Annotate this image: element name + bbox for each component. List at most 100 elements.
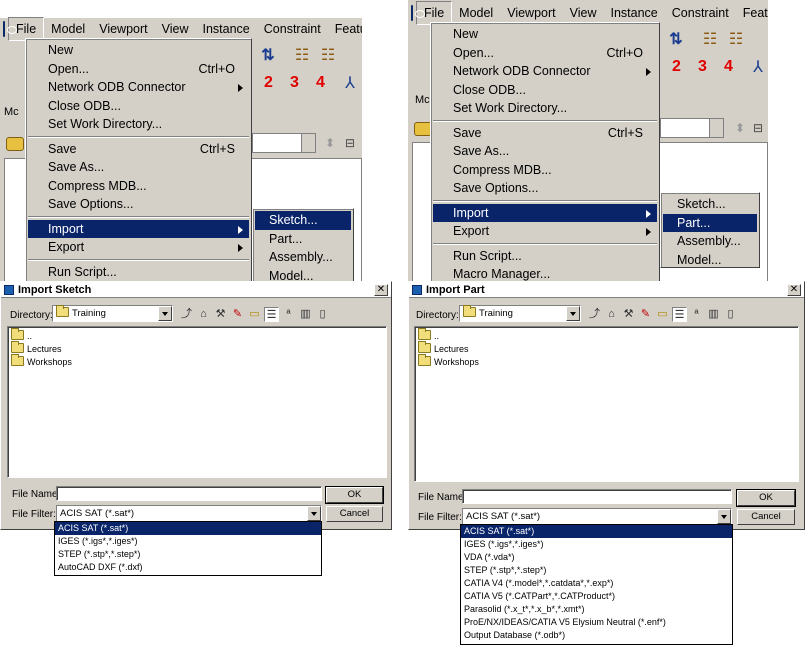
toolbar-number-3[interactable]: 3 — [290, 74, 299, 92]
import-submenu-item[interactable]: Part... — [663, 213, 757, 232]
toolbar-number-2[interactable]: 2 — [672, 58, 681, 76]
file-menu-item[interactable]: Export — [433, 222, 657, 241]
left-menu-instance[interactable]: Instance — [196, 18, 257, 40]
list-view-icon[interactable]: ☰ — [264, 306, 279, 322]
cancel-button[interactable]: Cancel — [326, 506, 383, 522]
chevron-down-icon[interactable] — [307, 506, 321, 521]
swap-arrows-icon[interactable]: ⇅ — [258, 46, 278, 66]
blank-page-icon[interactable]: ▯ — [315, 307, 330, 322]
filter-option[interactable]: AutoCAD DXF (*.dxf) — [55, 561, 321, 574]
file-menu-item[interactable]: Open... Ctrl+O — [433, 44, 657, 63]
ladder-icon-2[interactable]: ☷ — [318, 46, 338, 66]
file-menu-item[interactable]: Run Script... — [28, 263, 249, 282]
left-menu-view[interactable]: View — [155, 18, 196, 40]
file-menu-item[interactable]: Save Options... — [28, 195, 249, 214]
filter-option[interactable]: IGES (*.igs*,*.iges*) — [55, 535, 321, 548]
right-menu-instance[interactable]: Instance — [604, 2, 665, 24]
toolbar-number-4[interactable]: 4 — [316, 74, 325, 92]
abaqus-app-icon[interactable] — [3, 21, 17, 37]
right-menu-viewport[interactable]: Viewport — [500, 2, 562, 24]
up-folder-icon[interactable]: ⤴ — [587, 307, 602, 322]
toolbar-number-2[interactable]: 2 — [264, 74, 273, 92]
directory-combo[interactable]: Training — [52, 305, 173, 322]
filter-option[interactable]: STEP (*.stp*,*.step*) — [55, 548, 321, 561]
left-model-combo[interactable] — [252, 133, 316, 153]
new-folder-icon[interactable]: ▭ — [247, 307, 262, 322]
directory-combo[interactable]: Training — [459, 305, 581, 322]
file-menu-item[interactable]: Compress MDB... — [28, 177, 249, 196]
filter-option[interactable]: IGES (*.igs*,*.iges*) — [461, 538, 732, 551]
file-menu-item[interactable]: Run Script... — [433, 247, 657, 266]
file-menu-item[interactable]: Save Ctrl+S — [433, 124, 657, 143]
pin-icon[interactable]: ✎ — [230, 307, 245, 322]
home-icon[interactable]: ⌂ — [604, 307, 619, 322]
close-icon[interactable]: ✕ — [374, 283, 388, 296]
left-menu-constraint[interactable]: Constraint — [257, 18, 328, 40]
ladder-icon-2[interactable]: ☷ — [726, 30, 746, 50]
blank-page-icon[interactable]: ▯ — [723, 307, 738, 322]
filter-option[interactable]: ACIS SAT (*.sat*) — [55, 522, 321, 535]
list-item[interactable]: .. — [8, 328, 386, 343]
up-folder-icon[interactable]: ⤴ — [179, 307, 194, 322]
file-menu-item[interactable]: Network ODB Connector — [28, 78, 249, 97]
swap-arrows-icon[interactable]: ⇅ — [666, 30, 686, 50]
pin-icon[interactable]: ✎ — [638, 307, 653, 322]
list-item[interactable]: .. — [415, 328, 798, 343]
file-menu-item[interactable]: Save As... — [28, 158, 249, 177]
list-item[interactable]: Lectures — [8, 341, 386, 356]
list-view-icon[interactable]: ☰ — [672, 306, 687, 322]
file-name-input[interactable] — [462, 489, 732, 504]
list-item[interactable]: Workshops — [415, 354, 798, 369]
chevron-down-icon[interactable] — [566, 306, 580, 321]
file-filter-combo[interactable]: ACIS SAT (*.sat*) — [462, 508, 732, 525]
close-icon[interactable]: ✕ — [787, 283, 801, 296]
detail-view-icon[interactable]: ▥ — [298, 307, 313, 322]
right-spinner-icon[interactable]: ⬍ — [730, 118, 750, 138]
import-submenu-item[interactable]: Assembly... — [255, 248, 351, 267]
toolbar-number-4[interactable]: 4 — [724, 58, 733, 76]
right-tree-tool-icon[interactable]: ⊟ — [748, 118, 768, 138]
ladder-icon[interactable]: ☷ — [292, 46, 312, 66]
filter-option[interactable]: Output Database (*.odb*) — [461, 629, 732, 642]
file-menu-item[interactable]: Export — [28, 238, 249, 257]
ladder-icon[interactable]: ☷ — [700, 30, 720, 50]
file-menu-item[interactable]: Close ODB... — [433, 81, 657, 100]
new-folder-icon[interactable]: ▭ — [655, 307, 670, 322]
right-menu-view[interactable]: View — [563, 2, 604, 24]
cancel-button[interactable]: Cancel — [737, 509, 795, 525]
left-tree-tool-icon[interactable]: ⊟ — [340, 133, 360, 153]
list-item[interactable]: Workshops — [8, 354, 386, 369]
import-submenu-item[interactable]: Model... — [663, 251, 757, 270]
chevron-down-icon[interactable] — [158, 306, 172, 321]
axis-triad-icon[interactable]: ⅄ — [748, 58, 768, 78]
file-menu-item[interactable]: Compress MDB... — [433, 161, 657, 180]
ok-button[interactable]: OK — [325, 486, 384, 504]
import-submenu-item[interactable]: Sketch... — [255, 211, 351, 230]
ok-button[interactable]: OK — [736, 489, 796, 507]
filter-option[interactable]: VDA (*.vda*) — [461, 551, 732, 564]
filter-option[interactable]: CATIA V4 (*.model*,*.catdata*,*.exp*) — [461, 577, 732, 590]
import-submenu-item[interactable]: Model... — [255, 267, 351, 283]
home-icon[interactable]: ⌂ — [196, 307, 211, 322]
file-menu-item[interactable]: Set Work Directory... — [28, 115, 249, 134]
import-submenu-item[interactable]: Assembly... — [663, 232, 757, 251]
sort-icon[interactable]: ª — [281, 307, 296, 322]
file-menu-item[interactable]: New — [28, 41, 249, 60]
left-menu-model[interactable]: Model — [44, 18, 92, 40]
filter-option[interactable]: CATIA V5 (*.CATPart*,*.CATProduct*) — [461, 590, 732, 603]
left-db-icon[interactable] — [6, 137, 24, 151]
file-menu-item[interactable]: New — [433, 25, 657, 44]
file-menu-item[interactable]: Set Work Directory... — [433, 99, 657, 118]
file-menu-item[interactable]: Save As... — [433, 142, 657, 161]
hammer-icon[interactable]: ⚒ — [213, 307, 228, 322]
file-menu-item[interactable]: Import — [433, 203, 657, 222]
file-menu-item[interactable]: Macro Manager... — [433, 265, 657, 282]
right-menu-constraint[interactable]: Constraint — [665, 2, 736, 24]
axis-triad-icon[interactable]: ⅄ — [340, 74, 360, 94]
file-menu-item[interactable]: Save Options... — [433, 179, 657, 198]
file-menu-item[interactable]: Open... Ctrl+O — [28, 60, 249, 79]
filter-option[interactable]: ProE/NX/IDEAS/CATIA V5 Elysium Neutral (… — [461, 616, 732, 629]
file-menu-item[interactable]: Close ODB... — [28, 97, 249, 116]
file-list[interactable]: .. Lectures Workshops — [414, 326, 799, 482]
file-menu-item[interactable]: Network ODB Connector — [433, 62, 657, 81]
